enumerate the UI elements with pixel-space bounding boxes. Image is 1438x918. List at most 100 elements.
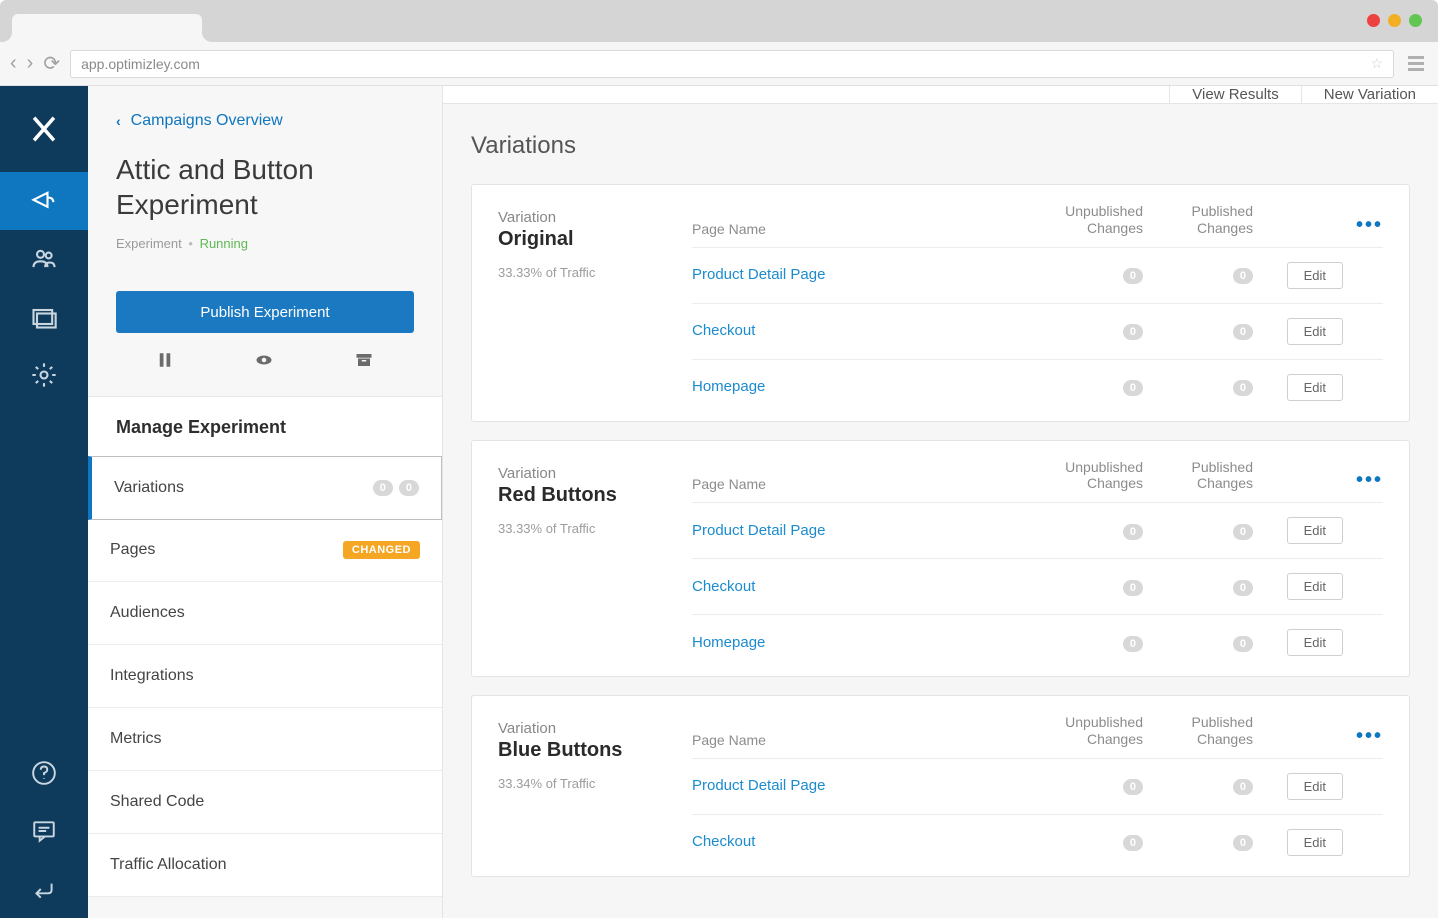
edit-button[interactable]: Edit	[1287, 318, 1343, 345]
reload-icon[interactable]: ⟳	[43, 51, 60, 76]
col-unpub-header: UnpublishedChanges	[1023, 459, 1143, 493]
variation-label: Variation	[498, 720, 692, 737]
main-content: View Results New Variation Variations Va…	[443, 86, 1438, 918]
page-title: Attic and Button Experiment	[116, 152, 414, 222]
chevron-left-icon: ‹	[116, 113, 121, 129]
page-row: Product Detail Page00Edit	[692, 758, 1383, 814]
published-count: 0	[1233, 268, 1253, 284]
edit-button[interactable]: Edit	[1287, 374, 1343, 401]
changed-badge: CHANGED	[343, 541, 420, 559]
published-count: 0	[1233, 380, 1253, 396]
status-badge: Running	[200, 236, 248, 251]
view-results-button[interactable]: View Results	[1169, 86, 1300, 103]
rail-return-icon[interactable]	[0, 860, 88, 918]
context-sidebar: ‹ Campaigns Overview Attic and Button Ex…	[88, 86, 443, 918]
count-badge: 0	[373, 480, 393, 496]
url-input[interactable]: app.optimizley.com ☆	[70, 50, 1394, 78]
sidebar-item-variations[interactable]: Variations00	[88, 456, 442, 520]
variation-name: Original	[498, 228, 692, 251]
archive-icon[interactable]	[354, 351, 374, 374]
unpublished-count: 0	[1123, 636, 1143, 652]
browser-url-bar: ‹ › ⟳ app.optimizley.com ☆	[0, 42, 1438, 86]
page-link[interactable]: Product Detail Page	[692, 777, 825, 794]
publish-button[interactable]: Publish Experiment	[116, 291, 414, 333]
variation-card: VariationRed Buttons33.33% of TrafficPag…	[471, 440, 1410, 678]
variation-card: VariationOriginal33.33% of TrafficPage N…	[471, 184, 1410, 422]
preview-eye-icon[interactable]	[253, 351, 275, 374]
new-variation-button[interactable]: New Variation	[1301, 86, 1438, 103]
col-pub-header: PublishedChanges	[1143, 459, 1253, 493]
variation-name: Blue Buttons	[498, 739, 692, 762]
nav-rail	[0, 86, 88, 918]
sidebar-item-label: Pages	[110, 541, 155, 559]
rail-feedback-icon[interactable]	[0, 802, 88, 860]
page-row: Homepage 0 0 Edit	[692, 614, 1383, 676]
edit-button[interactable]: Edit	[1287, 629, 1343, 656]
main-title: Variations	[471, 132, 1410, 160]
edit-button[interactable]: Edit	[1287, 262, 1343, 289]
variation-menu-icon[interactable]: •••	[1356, 214, 1383, 236]
maximize-window-icon[interactable]	[1409, 14, 1422, 27]
breadcrumb[interactable]: ‹ Campaigns Overview	[116, 112, 414, 130]
browser-tab[interactable]	[12, 14, 202, 42]
section-header: Manage Experiment	[88, 396, 442, 457]
page-link[interactable]: Checkout	[692, 578, 755, 595]
page-link[interactable]: Checkout	[692, 833, 755, 850]
page-row: Product Detail Page00Edit	[692, 247, 1383, 303]
col-page-header: Page Name	[692, 221, 1023, 237]
rail-pages-icon[interactable]	[0, 288, 88, 346]
bookmark-star-icon[interactable]: ☆	[1370, 55, 1383, 72]
col-unpub-header: UnpublishedChanges	[1023, 714, 1143, 748]
sidebar-item-label: Variations	[114, 479, 184, 497]
edit-button[interactable]: Edit	[1287, 517, 1343, 544]
unpublished-count: 0	[1123, 324, 1143, 340]
variation-label: Variation	[498, 465, 692, 482]
published-count: 0	[1233, 524, 1253, 540]
col-unpub-header: UnpublishedChanges	[1023, 203, 1143, 237]
rail-help-icon[interactable]	[0, 744, 88, 802]
experiment-status-line: Experiment • Running	[116, 236, 414, 251]
page-link[interactable]: Product Detail Page	[692, 522, 825, 539]
sidebar-item-pages[interactable]: Pages CHANGED	[88, 519, 442, 582]
browser-menu-icon[interactable]	[1404, 52, 1428, 75]
forward-icon[interactable]: ›	[27, 52, 34, 75]
app-logo-icon[interactable]	[0, 86, 88, 172]
close-window-icon[interactable]	[1367, 14, 1380, 27]
window-controls	[1367, 14, 1422, 27]
col-pub-header: PublishedChanges	[1143, 203, 1253, 237]
main-toolbar: View Results New Variation	[443, 86, 1438, 104]
published-count: 0	[1233, 636, 1253, 652]
unpublished-count: 0	[1123, 835, 1143, 851]
variation-traffic: 33.34% of Traffic	[498, 776, 692, 791]
variation-traffic: 33.33% of Traffic	[498, 521, 692, 536]
edit-button[interactable]: Edit	[1287, 573, 1343, 600]
rail-settings-icon[interactable]	[0, 346, 88, 404]
page-link[interactable]: Homepage	[692, 634, 765, 651]
published-count: 0	[1233, 779, 1253, 795]
rail-audiences-icon[interactable]	[0, 230, 88, 288]
page-link[interactable]: Homepage	[692, 378, 765, 395]
col-page-header: Page Name	[692, 732, 1023, 748]
minimize-window-icon[interactable]	[1388, 14, 1401, 27]
sidebar-item-audiences[interactable]: Audiences	[88, 582, 442, 645]
edit-button[interactable]: Edit	[1287, 773, 1343, 800]
sidebar-item-metrics[interactable]: Metrics	[88, 708, 442, 771]
sidebar-item-traffic-allocation[interactable]: Traffic Allocation	[88, 834, 442, 897]
page-link[interactable]: Checkout	[692, 322, 755, 339]
page-row: Checkout00Edit	[692, 303, 1383, 359]
sidebar-item-shared-code[interactable]: Shared Code	[88, 771, 442, 834]
back-icon[interactable]: ‹	[10, 52, 17, 75]
page-row: Product Detail Page00Edit	[692, 502, 1383, 558]
edit-button[interactable]: Edit	[1287, 829, 1343, 856]
page-link[interactable]: Product Detail Page	[692, 266, 825, 283]
variation-card: Variation Blue Buttons 33.34% of Traffic Pa…	[471, 695, 1410, 877]
pause-icon[interactable]	[156, 351, 174, 374]
variation-menu-icon[interactable]: •••	[1356, 725, 1383, 747]
variation-menu-icon[interactable]: •••	[1356, 469, 1383, 491]
rail-campaigns-icon[interactable]	[0, 172, 88, 230]
sidebar-item-integrations[interactable]: Integrations	[88, 645, 442, 708]
sidebar-item-label: Shared Code	[110, 793, 204, 811]
published-count: 0	[1233, 835, 1253, 851]
page-row: Homepage00Edit	[692, 359, 1383, 421]
breadcrumb-label: Campaigns Overview	[131, 112, 283, 130]
